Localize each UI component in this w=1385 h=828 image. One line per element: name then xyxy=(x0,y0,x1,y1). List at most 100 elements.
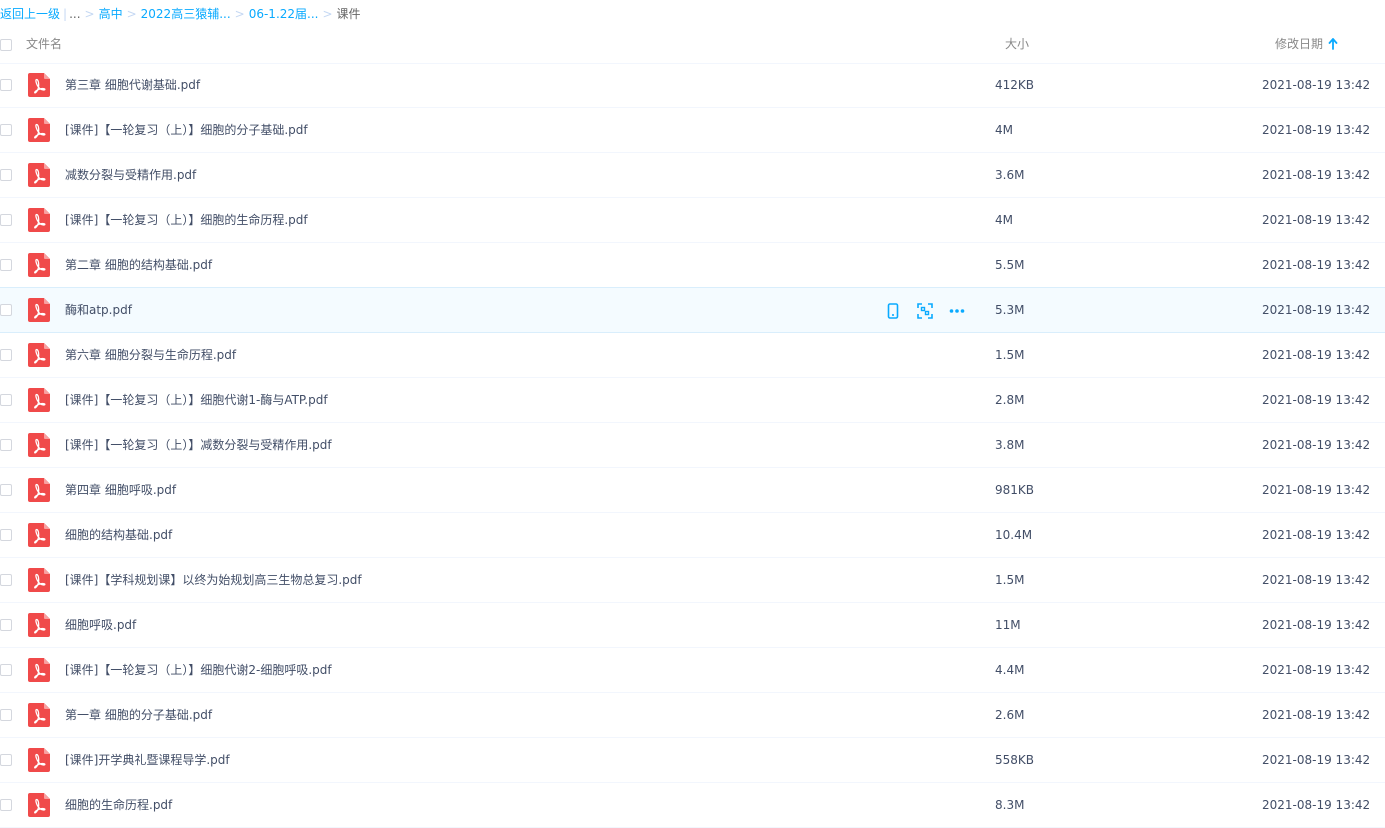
file-row[interactable]: 第一章 细胞的分子基础.pdf 2.6M 2021-08-19 13:42 xyxy=(0,693,1385,738)
pdf-file-icon xyxy=(28,343,50,367)
column-header-size[interactable]: 大小 xyxy=(1005,28,1029,61)
select-all-checkbox[interactable] xyxy=(0,39,12,51)
file-size: 1.5M xyxy=(995,573,1025,587)
file-name[interactable]: 细胞呼吸.pdf xyxy=(65,603,136,647)
file-modified-date: 2021-08-19 13:42 xyxy=(1262,753,1371,767)
pdf-file-icon xyxy=(28,208,50,232)
file-name[interactable]: [课件]开学典礼暨课程导学.pdf xyxy=(65,738,230,782)
breadcrumb-item-0[interactable]: 高中 xyxy=(99,7,123,21)
file-size: 3.8M xyxy=(995,438,1025,452)
pdf-file-icon xyxy=(28,703,50,727)
file-name[interactable]: [课件]【一轮复习（上）】减数分裂与受精作用.pdf xyxy=(65,423,332,467)
qr-scan-icon[interactable] xyxy=(916,302,934,320)
row-checkbox[interactable] xyxy=(0,484,12,496)
file-name[interactable]: 细胞的生命历程.pdf xyxy=(65,783,172,827)
row-checkbox[interactable] xyxy=(0,304,12,316)
row-checkbox[interactable] xyxy=(0,529,12,541)
file-row[interactable]: [课件]【一轮复习（上）】细胞代谢1-酶与ATP.pdf 2.8M 2021-0… xyxy=(0,378,1385,423)
file-modified-date: 2021-08-19 13:42 xyxy=(1262,618,1371,632)
breadcrumb-ellipsis[interactable]: ... xyxy=(69,7,80,21)
file-row[interactable]: 细胞呼吸.pdf 11M 2021-08-19 13:42 xyxy=(0,603,1385,648)
file-row[interactable]: [课件]【学科规划课】以终为始规划高三生物总复习.pdf 1.5M 2021-0… xyxy=(0,558,1385,603)
file-size: 4.4M xyxy=(995,663,1025,677)
file-name[interactable]: 酶和atp.pdf xyxy=(65,288,132,332)
file-row[interactable]: [课件]【一轮复习（上）】细胞代谢2-细胞呼吸.pdf 4.4M 2021-08… xyxy=(0,648,1385,693)
file-modified-date: 2021-08-19 13:42 xyxy=(1262,303,1371,317)
file-list: 第三章 细胞代谢基础.pdf 412KB 2021-08-19 13:42 [课… xyxy=(0,63,1385,828)
pdf-file-icon xyxy=(28,298,50,322)
file-name[interactable]: 第一章 细胞的分子基础.pdf xyxy=(65,693,212,737)
file-modified-date: 2021-08-19 13:42 xyxy=(1262,258,1371,272)
row-checkbox[interactable] xyxy=(0,124,12,136)
row-checkbox[interactable] xyxy=(0,709,12,721)
back-link[interactable]: 返回上一级 xyxy=(0,7,60,21)
file-row[interactable]: [课件]开学典礼暨课程导学.pdf 558KB 2021-08-19 13:42 xyxy=(0,738,1385,783)
file-row[interactable]: [课件]【一轮复习（上）】细胞的分子基础.pdf 4M 2021-08-19 1… xyxy=(0,108,1385,153)
file-name[interactable]: 第二章 细胞的结构基础.pdf xyxy=(65,243,212,287)
breadcrumb-separator: > xyxy=(234,7,245,21)
pdf-file-icon xyxy=(28,478,50,502)
pdf-file-icon xyxy=(28,523,50,547)
breadcrumb-item-2[interactable]: 06-1.22届... xyxy=(249,7,319,21)
row-checkbox[interactable] xyxy=(0,169,12,181)
pdf-file-icon xyxy=(28,658,50,682)
file-modified-date: 2021-08-19 13:42 xyxy=(1262,798,1371,812)
column-header-name[interactable]: 文件名 xyxy=(26,28,62,61)
file-size: 558KB xyxy=(995,753,1035,767)
breadcrumb-divider: | xyxy=(63,7,68,21)
file-row[interactable]: 第四章 细胞呼吸.pdf 981KB 2021-08-19 13:42 xyxy=(0,468,1385,513)
file-row[interactable]: [课件]【一轮复习（上）】减数分裂与受精作用.pdf 3.8M 2021-08-… xyxy=(0,423,1385,468)
file-row[interactable]: [课件]【一轮复习（上）】细胞的生命历程.pdf 4M 2021-08-19 1… xyxy=(0,198,1385,243)
row-checkbox[interactable] xyxy=(0,799,12,811)
file-name[interactable]: [课件]【一轮复习（上）】细胞代谢1-酶与ATP.pdf xyxy=(65,378,328,422)
arrow-up-icon[interactable] xyxy=(1328,38,1338,50)
file-modified-date: 2021-08-19 13:42 xyxy=(1262,393,1371,407)
file-size: 981KB xyxy=(995,483,1035,497)
file-row[interactable]: 酶和atp.pdf 5.3M 2021-08-19 13:42 xyxy=(0,287,1385,333)
file-name[interactable]: [课件]【一轮复习（上）】细胞的分子基础.pdf xyxy=(65,108,308,152)
file-modified-date: 2021-08-19 13:42 xyxy=(1262,213,1371,227)
row-checkbox[interactable] xyxy=(0,574,12,586)
pdf-file-icon xyxy=(28,748,50,772)
file-name[interactable]: 第六章 细胞分裂与生命历程.pdf xyxy=(65,333,236,377)
row-checkbox[interactable] xyxy=(0,394,12,406)
pdf-file-icon xyxy=(28,433,50,457)
file-size: 11M xyxy=(995,618,1021,632)
breadcrumb-separator: > xyxy=(322,7,333,21)
file-size: 3.6M xyxy=(995,168,1025,182)
file-row[interactable]: 第三章 细胞代谢基础.pdf 412KB 2021-08-19 13:42 xyxy=(0,63,1385,108)
file-row[interactable]: 第六章 细胞分裂与生命历程.pdf 1.5M 2021-08-19 13:42 xyxy=(0,333,1385,378)
file-size: 412KB xyxy=(995,78,1035,92)
file-row[interactable]: 细胞的生命历程.pdf 8.3M 2021-08-19 13:42 xyxy=(0,783,1385,828)
file-row[interactable]: 减数分裂与受精作用.pdf 3.6M 2021-08-19 13:42 xyxy=(0,153,1385,198)
column-header-date[interactable]: 修改日期 xyxy=(1275,28,1323,61)
file-modified-date: 2021-08-19 13:42 xyxy=(1262,573,1371,587)
file-name[interactable]: [课件]【一轮复习（上）】细胞的生命历程.pdf xyxy=(65,198,308,242)
row-checkbox[interactable] xyxy=(0,259,12,271)
more-icon[interactable] xyxy=(948,302,966,320)
file-size: 2.6M xyxy=(995,708,1025,722)
file-name[interactable]: 第三章 细胞代谢基础.pdf xyxy=(65,63,200,107)
pdf-file-icon xyxy=(28,613,50,637)
file-name[interactable]: [课件]【一轮复习（上）】细胞代谢2-细胞呼吸.pdf xyxy=(65,648,332,692)
breadcrumb-item-1[interactable]: 2022高三猿辅... xyxy=(141,7,231,21)
row-checkbox[interactable] xyxy=(0,214,12,226)
row-checkbox[interactable] xyxy=(0,664,12,676)
file-name[interactable]: [课件]【学科规划课】以终为始规划高三生物总复习.pdf xyxy=(65,558,362,602)
row-checkbox[interactable] xyxy=(0,349,12,361)
file-size: 4M xyxy=(995,213,1013,227)
file-name[interactable]: 第四章 细胞呼吸.pdf xyxy=(65,468,176,512)
file-size: 2.8M xyxy=(995,393,1025,407)
pdf-file-icon xyxy=(28,163,50,187)
file-modified-date: 2021-08-19 13:42 xyxy=(1262,123,1371,137)
breadcrumb-separator: > xyxy=(126,7,137,21)
row-checkbox[interactable] xyxy=(0,754,12,766)
row-checkbox[interactable] xyxy=(0,439,12,451)
file-name[interactable]: 细胞的结构基础.pdf xyxy=(65,513,172,557)
row-checkbox[interactable] xyxy=(0,619,12,631)
file-name[interactable]: 减数分裂与受精作用.pdf xyxy=(65,153,196,197)
row-checkbox[interactable] xyxy=(0,79,12,91)
phone-icon[interactable] xyxy=(884,302,902,320)
file-row[interactable]: 第二章 细胞的结构基础.pdf 5.5M 2021-08-19 13:42 xyxy=(0,243,1385,288)
file-row[interactable]: 细胞的结构基础.pdf 10.4M 2021-08-19 13:42 xyxy=(0,513,1385,558)
